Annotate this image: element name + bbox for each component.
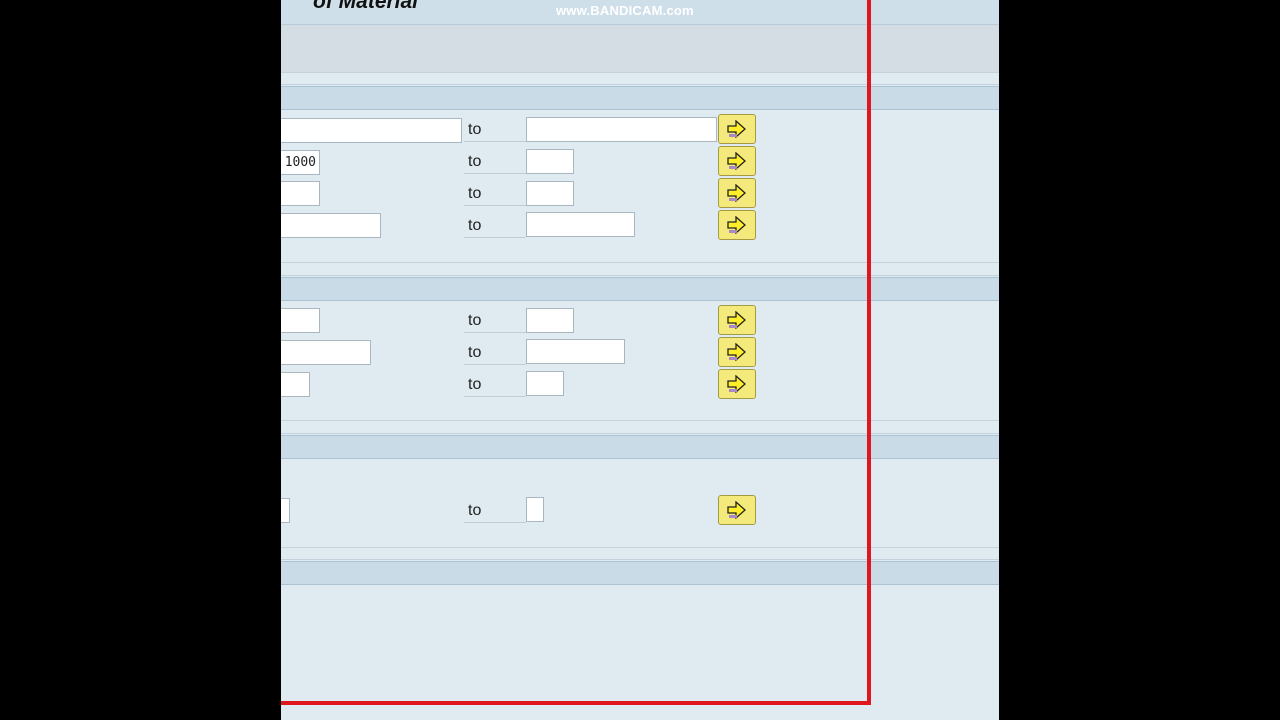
page-title: of Material bbox=[313, 0, 419, 13]
from-field-2-3[interactable] bbox=[281, 372, 310, 397]
arrow-right-icon bbox=[727, 152, 746, 170]
arrow-right-icon bbox=[727, 120, 746, 138]
multiple-selection-button[interactable] bbox=[718, 114, 756, 144]
divider bbox=[281, 547, 999, 548]
divider bbox=[281, 262, 999, 263]
from-field-2-1[interactable] bbox=[281, 308, 320, 333]
to-field-2-1[interactable] bbox=[526, 308, 574, 333]
recording-watermark: www.BANDICAM.com bbox=[556, 3, 694, 18]
multiple-selection-button[interactable] bbox=[718, 178, 756, 208]
to-label: to bbox=[464, 184, 526, 206]
from-field-1-1[interactable] bbox=[281, 118, 462, 143]
arrow-right-icon bbox=[727, 311, 746, 329]
from-field-1-4[interactable] bbox=[281, 213, 381, 238]
multiple-selection-button[interactable] bbox=[718, 369, 756, 399]
section-header-1 bbox=[281, 86, 999, 110]
selection-screen: of Material to 1000 to to to to to to to bbox=[281, 0, 999, 720]
highlight-frame-right bbox=[867, 0, 871, 705]
application-toolbar bbox=[281, 25, 999, 73]
divider bbox=[281, 559, 999, 560]
arrow-right-icon bbox=[727, 343, 746, 361]
to-label: to bbox=[464, 120, 526, 142]
multiple-selection-button[interactable] bbox=[718, 495, 756, 525]
divider bbox=[281, 420, 999, 421]
to-label: to bbox=[464, 216, 526, 238]
to-label: to bbox=[464, 152, 526, 174]
to-label: to bbox=[464, 343, 526, 365]
section-header-2 bbox=[281, 277, 999, 301]
to-field-3-1[interactable] bbox=[526, 497, 544, 522]
to-field-1-1[interactable] bbox=[526, 117, 717, 142]
section-header-4 bbox=[281, 561, 999, 585]
from-field-3-1[interactable] bbox=[281, 498, 290, 523]
highlight-frame-bottom bbox=[281, 701, 871, 705]
arrow-right-icon bbox=[727, 375, 746, 393]
multiple-selection-button[interactable] bbox=[718, 337, 756, 367]
arrow-right-icon bbox=[727, 501, 746, 519]
to-label: to bbox=[464, 375, 526, 397]
to-field-1-2[interactable] bbox=[526, 149, 574, 174]
to-field-2-2[interactable] bbox=[526, 339, 625, 364]
multiple-selection-button[interactable] bbox=[718, 146, 756, 176]
divider bbox=[281, 275, 999, 276]
multiple-selection-button[interactable] bbox=[718, 210, 756, 240]
to-field-2-3[interactable] bbox=[526, 371, 564, 396]
to-field-1-3[interactable] bbox=[526, 181, 574, 206]
divider bbox=[281, 84, 999, 85]
arrow-right-icon bbox=[727, 216, 746, 234]
from-field-1-3[interactable] bbox=[281, 181, 320, 206]
to-label: to bbox=[464, 311, 526, 333]
from-field-1-2[interactable]: 1000 bbox=[281, 150, 320, 175]
to-field-1-4[interactable] bbox=[526, 212, 635, 237]
arrow-right-icon bbox=[727, 184, 746, 202]
to-label: to bbox=[464, 501, 526, 523]
multiple-selection-button[interactable] bbox=[718, 305, 756, 335]
section-header-3 bbox=[281, 435, 999, 459]
from-field-2-2[interactable] bbox=[281, 340, 371, 365]
divider bbox=[281, 433, 999, 434]
